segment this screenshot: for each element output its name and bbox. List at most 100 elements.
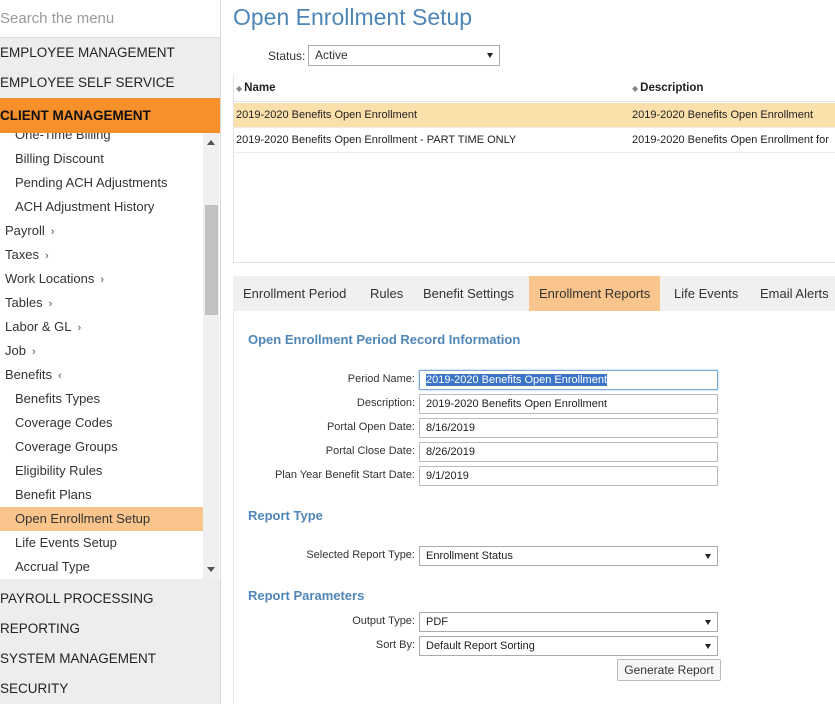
sidebar-item-taxes[interactable]: Taxes › bbox=[0, 243, 203, 267]
sidebar-item-label: Coverage Groups bbox=[15, 439, 118, 454]
sidebar-section-system-management[interactable]: SYSTEM MANAGEMENT bbox=[0, 644, 220, 674]
tab-rules[interactable]: Rules bbox=[360, 276, 413, 311]
description-label: Description: bbox=[356, 397, 415, 409]
sidebar-section-reporting[interactable]: REPORTING bbox=[0, 614, 220, 644]
tab-enrollment-period[interactable]: Enrollment Period bbox=[233, 276, 356, 311]
page-title: Open Enrollment Setup bbox=[233, 4, 473, 30]
plan-year-start-date-label: Plan Year Benefit Start Date: bbox=[274, 469, 415, 481]
description-input[interactable]: 2019-2020 Benefits Open Enrollment bbox=[419, 394, 718, 414]
report-type-label: Selected Report Type: bbox=[306, 549, 415, 561]
sidebar-item-eligibility-rules[interactable]: Eligibility Rules bbox=[0, 459, 203, 483]
sidebar-item-one-time-billing[interactable]: One-Time Billing bbox=[0, 133, 203, 147]
scrollbar-thumb[interactable] bbox=[205, 205, 218, 315]
report-type-select[interactable]: Enrollment Status bbox=[419, 546, 718, 566]
period-name-input[interactable]: 2019-2020 Benefits Open Enrollment bbox=[419, 370, 718, 390]
tab-life-events[interactable]: Life Events bbox=[664, 276, 748, 311]
sidebar-item-coverage-codes[interactable]: Coverage Codes bbox=[0, 411, 203, 435]
column-header-name[interactable]: ◆ Name bbox=[236, 82, 275, 94]
dropdown-arrow-icon bbox=[705, 620, 711, 625]
column-header-description[interactable]: ◆ Description bbox=[632, 82, 703, 94]
sidebar-item-accrual-type[interactable]: Accrual Type bbox=[0, 555, 203, 579]
sidebar-item-benefit-plans[interactable]: Benefit Plans bbox=[0, 483, 203, 507]
tab-enrollment-reports[interactable]: Enrollment Reports bbox=[529, 276, 661, 311]
dropdown-arrow-icon bbox=[487, 53, 493, 58]
scroll-up-arrow-icon[interactable] bbox=[207, 140, 215, 145]
report-type-value: Enrollment Status bbox=[426, 550, 513, 562]
sort-by-select[interactable]: Default Report Sorting bbox=[419, 636, 718, 656]
sidebar-item-coverage-groups[interactable]: Coverage Groups bbox=[0, 435, 203, 459]
sidebar-section-security[interactable]: SECURITY bbox=[0, 674, 220, 704]
table-row[interactable]: 2019-2020 Benefits Open Enrollment 2019-… bbox=[234, 103, 835, 128]
column-header-name-label: Name bbox=[244, 82, 276, 94]
sidebar-item-label: Payroll bbox=[5, 223, 45, 238]
row-description: 2019-2020 Benefits Open Enrollment bbox=[632, 109, 814, 121]
sidebar-item-pending-ach-adjustments[interactable]: Pending ACH Adjustments bbox=[0, 171, 203, 195]
sort-icon: ◆ bbox=[236, 84, 243, 93]
tab-benefit-settings[interactable]: Benefit Settings bbox=[413, 276, 524, 311]
tab-email-alerts[interactable]: Email Alerts bbox=[750, 276, 835, 311]
dropdown-arrow-icon bbox=[705, 644, 711, 649]
generate-report-button[interactable]: Generate Report bbox=[617, 659, 721, 681]
output-type-select[interactable]: PDF bbox=[419, 612, 718, 632]
table-row[interactable]: 2019-2020 Benefits Open Enrollment - PAR… bbox=[234, 128, 835, 153]
main-content: Open Enrollment Setup Status: Active ◆ Na… bbox=[221, 0, 835, 704]
row-name: 2019-2020 Benefits Open Enrollment - PAR… bbox=[236, 134, 517, 146]
portal-open-date-label: Portal Open Date: bbox=[326, 421, 415, 433]
sidebar-item-label: Work Locations bbox=[5, 271, 95, 286]
menu-search-input[interactable] bbox=[0, 0, 220, 37]
sidebar-item-benefits[interactable]: Benefits ‹ bbox=[0, 363, 203, 387]
sidebar-item-payroll[interactable]: Payroll › bbox=[0, 219, 203, 243]
row-description: 2019-2020 Benefits Open Enrollment for bbox=[632, 134, 829, 146]
client-management-submenu: One-Time Billing Billing Discount Pending … bbox=[0, 133, 220, 579]
sort-icon: ◆ bbox=[632, 84, 639, 93]
period-name-label: Period Name: bbox=[347, 373, 415, 385]
submenu-list: One-Time Billing Billing Discount Pending … bbox=[0, 133, 203, 579]
scroll-down-arrow-icon[interactable] bbox=[207, 567, 215, 572]
status-select-value: Active bbox=[315, 48, 348, 62]
sidebar-item-label: Coverage Codes bbox=[15, 415, 113, 430]
sidebar-item-label: Pending ACH Adjustments bbox=[15, 175, 168, 190]
menu-search[interactable] bbox=[0, 0, 220, 38]
section-title-report-type: Report Type bbox=[248, 508, 323, 523]
sidebar-item-label: Taxes bbox=[5, 247, 39, 262]
chevron-right-icon: › bbox=[44, 250, 49, 262]
chevron-right-icon: › bbox=[77, 322, 82, 334]
dropdown-arrow-icon bbox=[705, 554, 711, 559]
sidebar-item-ach-adjustment-history[interactable]: ACH Adjustment History bbox=[0, 195, 203, 219]
section-title-record-info: Open Enrollment Period Record Informatio… bbox=[248, 332, 521, 347]
sidebar-item-open-enrollment-setup[interactable]: Open Enrollment Setup bbox=[0, 507, 203, 531]
section-title-report-parameters: Report Parameters bbox=[248, 588, 365, 603]
sidebar-item-benefits-types[interactable]: Benefits Types bbox=[0, 387, 203, 411]
sidebar-item-job[interactable]: Job › bbox=[0, 339, 203, 363]
sidebar-item-tables[interactable]: Tables › bbox=[0, 291, 203, 315]
sidebar-section-employee-self-service[interactable]: EMPLOYEE SELF SERVICE bbox=[0, 68, 220, 98]
sidebar-item-work-locations[interactable]: Work Locations › bbox=[0, 267, 203, 291]
status-select[interactable]: Active bbox=[308, 45, 500, 66]
sidebar-item-label: Benefit Plans bbox=[15, 487, 92, 502]
plan-year-start-date-input[interactable]: 9/1/2019 bbox=[419, 466, 718, 486]
period-name-value: 2019-2020 Benefits Open Enrollment bbox=[426, 374, 608, 386]
sidebar-section-client-management[interactable]: CLIENT MANAGEMENT bbox=[0, 98, 220, 134]
sidebar-item-labor-gl[interactable]: Labor & GL › bbox=[0, 315, 203, 339]
column-header-description-label: Description bbox=[640, 82, 704, 94]
sidebar-item-label: Tables bbox=[5, 295, 43, 310]
sidebar-section-employee-management[interactable]: EMPLOYEE MANAGEMENT bbox=[0, 38, 220, 68]
portal-close-date-label: Portal Close Date: bbox=[325, 445, 415, 457]
sidebar-item-billing-discount[interactable]: Billing Discount bbox=[0, 147, 203, 171]
sidebar-item-label: Job bbox=[5, 343, 26, 358]
chevron-right-icon: › bbox=[50, 226, 55, 238]
sort-by-value: Default Report Sorting bbox=[426, 640, 535, 652]
sidebar-item-label: Eligibility Rules bbox=[15, 463, 103, 478]
sidebar-item-label: One-Time Billing bbox=[15, 133, 111, 142]
sidebar-item-label: ACH Adjustment History bbox=[15, 199, 155, 214]
sidebar-item-life-events-setup[interactable]: Life Events Setup bbox=[0, 531, 203, 555]
sidebar-item-label: Accrual Type bbox=[15, 559, 90, 574]
chevron-right-icon: › bbox=[48, 298, 53, 310]
submenu-scrollbar[interactable] bbox=[203, 133, 219, 579]
sidebar-item-label: Benefits Types bbox=[15, 391, 101, 406]
portal-close-date-input[interactable]: 8/26/2019 bbox=[419, 442, 718, 462]
enrollment-reports-panel: Open Enrollment Period Record Informatio… bbox=[233, 311, 835, 704]
sidebar-section-payroll-processing[interactable]: PAYROLL PROCESSING bbox=[0, 584, 220, 614]
sidebar-item-label: Benefits bbox=[5, 367, 52, 382]
portal-open-date-input[interactable]: 8/16/2019 bbox=[419, 418, 718, 438]
